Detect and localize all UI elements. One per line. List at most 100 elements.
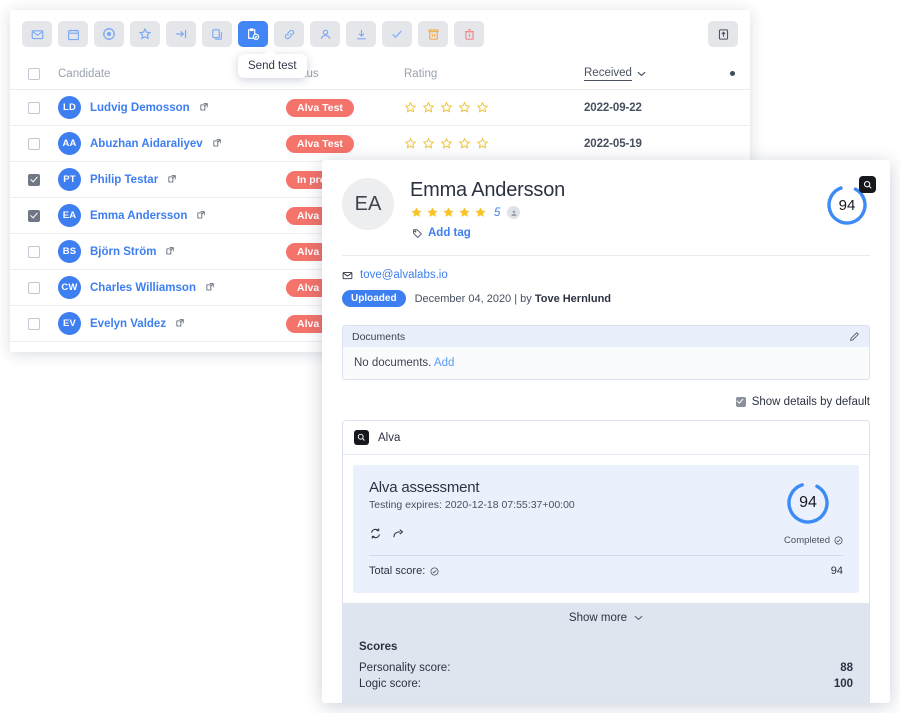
open-external-icon[interactable] — [167, 174, 177, 184]
open-external-icon[interactable] — [175, 318, 185, 328]
select-all-cell — [10, 67, 58, 80]
sort-received-control[interactable]: Received — [584, 67, 714, 81]
total-score-label: Total score: — [369, 565, 426, 577]
open-external-icon[interactable] — [175, 315, 185, 333]
rating-cell[interactable] — [404, 101, 584, 114]
row-checkbox[interactable] — [28, 173, 40, 186]
completed-label: Completed — [784, 535, 830, 546]
rating-cell[interactable] — [404, 137, 584, 150]
show-details-label: Show details by default — [751, 396, 870, 408]
show-details-checkbox[interactable] — [735, 397, 746, 407]
person-button[interactable] — [310, 21, 340, 47]
star-empty-icon[interactable] — [458, 101, 471, 114]
no-documents-text: No documents. — [354, 357, 434, 369]
assessment-status: Completed — [784, 535, 843, 546]
row-checkbox[interactable] — [28, 101, 40, 114]
move-stage-button[interactable] — [166, 21, 196, 47]
table-row[interactable]: AA Abuzhan Aidaraliyev Alva Test 2022-05-19 — [10, 126, 750, 162]
star-empty-icon[interactable] — [458, 137, 471, 150]
star-empty-icon[interactable] — [422, 137, 435, 150]
star-rating[interactable] — [404, 101, 584, 114]
link-button[interactable] — [274, 21, 304, 47]
calendar-button[interactable] — [58, 21, 88, 47]
star-empty-icon[interactable] — [404, 137, 417, 150]
candidate-name-link[interactable]: Evelyn Valdez — [90, 318, 166, 330]
row-checkbox[interactable] — [28, 137, 40, 150]
open-external-icon[interactable] — [205, 279, 215, 297]
star-empty-icon[interactable] — [422, 101, 435, 114]
avatar: PT — [58, 168, 81, 191]
open-external-icon[interactable] — [196, 210, 206, 220]
star-empty-icon[interactable] — [404, 101, 417, 114]
candidate-name-link[interactable]: Charles Williamson — [90, 282, 196, 294]
received-cell: 2022-09-22 — [584, 101, 642, 114]
row-checkbox[interactable] — [28, 281, 40, 294]
download-button[interactable] — [346, 21, 376, 47]
candidate-name-link[interactable]: Abuzhan Aidaraliyev — [90, 138, 203, 150]
candidate-name-link[interactable]: Ludvig Demosson — [90, 102, 190, 114]
check-circle-icon — [834, 536, 843, 545]
open-external-icon[interactable] — [205, 282, 215, 292]
open-external-icon[interactable] — [212, 135, 222, 153]
email-link[interactable]: tove@alvalabs.io — [360, 269, 448, 281]
approve-check-button[interactable] — [382, 21, 412, 47]
detail-rating[interactable]: 5 — [410, 206, 565, 219]
add-tag-button[interactable]: Add tag — [412, 227, 565, 239]
detail-meta: tove@alvalabs.io Uploaded December 04, 2… — [322, 256, 890, 307]
received-cell: 2022-05-19 — [584, 137, 642, 150]
resend-icon[interactable] — [369, 527, 382, 540]
open-external-icon[interactable] — [167, 171, 177, 189]
candidate-name-link[interactable]: Philip Testar — [90, 174, 158, 186]
edit-pencil-icon[interactable] — [849, 331, 860, 342]
scores-section: Scores Personality score: 88 Logic score: 1… — [343, 633, 869, 703]
star-empty-icon[interactable] — [440, 101, 453, 114]
candidate-name-link[interactable]: Björn Ström — [90, 246, 156, 258]
open-external-icon[interactable] — [165, 246, 175, 256]
tag-icon — [413, 228, 422, 238]
total-score-row: Total score: 94 — [353, 556, 859, 593]
star-filled-icon — [427, 207, 438, 217]
export-button[interactable] — [708, 21, 738, 47]
candidate-cell: EV Evelyn Valdez — [58, 312, 286, 335]
star-button[interactable] — [130, 21, 160, 47]
row-checkbox[interactable] — [28, 317, 40, 330]
score-value: 88 — [840, 662, 853, 674]
show-more-button[interactable]: Show more — [343, 603, 869, 633]
info-circle-icon[interactable] — [430, 567, 439, 576]
assessment-title: Alva assessment — [369, 479, 480, 496]
candidate-score-ring[interactable]: 94 — [824, 176, 876, 228]
select-all-checkbox[interactable] — [28, 67, 40, 80]
header-options[interactable] — [714, 71, 750, 76]
open-external-icon[interactable] — [196, 207, 206, 225]
row-checkbox[interactable] — [28, 209, 40, 222]
row-checkbox[interactable] — [28, 245, 40, 258]
assessment-expires: Testing expires: 2020-12-18 07:55:37+00:… — [369, 499, 575, 511]
candidate-name-link[interactable]: Emma Andersson — [90, 210, 187, 222]
table-row[interactable]: LD Ludvig Demosson Alva Test 2022-09-22 — [10, 90, 750, 126]
star-empty-icon[interactable] — [476, 137, 489, 150]
email-button[interactable] — [22, 21, 52, 47]
star-empty-icon[interactable] — [440, 137, 453, 150]
open-external-icon[interactable] — [199, 99, 209, 117]
target-icon-button[interactable] — [94, 21, 124, 47]
documents-header: Documents — [343, 326, 869, 347]
forward-icon[interactable] — [392, 527, 405, 540]
assessment-actions — [369, 527, 575, 540]
row-select-cell — [10, 245, 58, 258]
send-test-tooltip: Send test — [238, 49, 307, 78]
header-received: Received — [584, 67, 714, 81]
star-rating[interactable] — [404, 137, 584, 150]
add-tag-label: Add tag — [428, 227, 471, 239]
add-document-link[interactable]: Add — [434, 357, 454, 369]
archive-button[interactable] — [418, 21, 448, 47]
delete-button[interactable] — [454, 21, 484, 47]
chevron-down-icon — [634, 615, 643, 621]
alva-logo-icon — [354, 430, 369, 445]
open-external-icon[interactable] — [165, 243, 175, 261]
open-external-icon[interactable] — [199, 102, 209, 112]
open-external-icon[interactable] — [212, 138, 222, 148]
star-empty-icon[interactable] — [476, 101, 489, 114]
send-test-button[interactable] — [238, 21, 268, 47]
show-details-row[interactable]: Show details by default — [342, 396, 870, 408]
copy-button[interactable] — [202, 21, 232, 47]
